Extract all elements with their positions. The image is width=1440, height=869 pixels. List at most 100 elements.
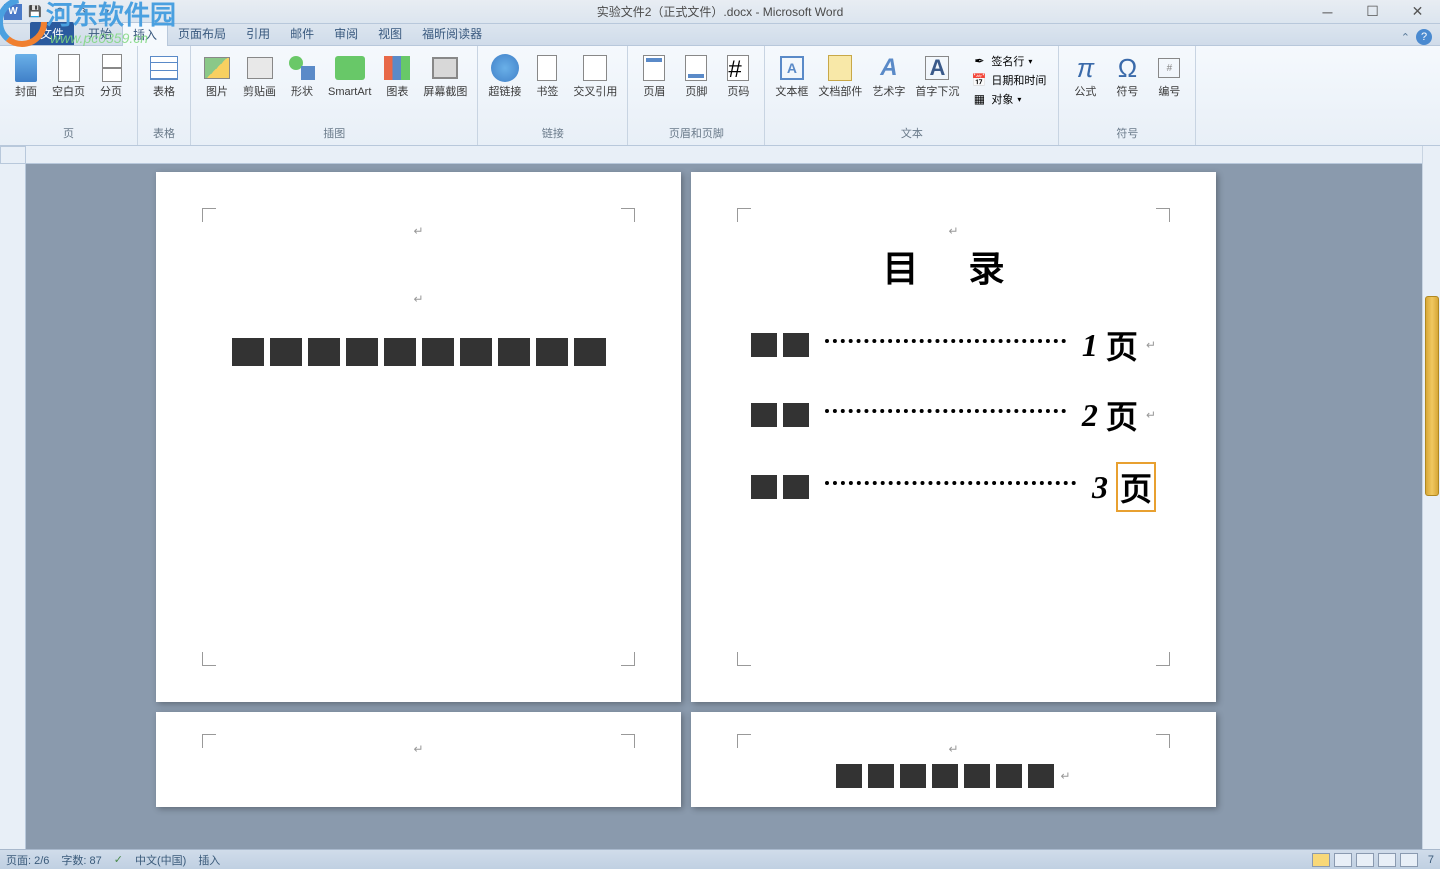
wordart-icon: A <box>880 54 897 82</box>
toc-title: 目 录 <box>751 240 1156 292</box>
tab-insert[interactable]: 插入 <box>122 22 168 46</box>
dropcap-button[interactable]: A首字下沉 <box>911 50 963 101</box>
toc-entry-3: 3 页 <box>751 462 1156 512</box>
page-break-icon <box>100 54 122 82</box>
minimize-ribbon-icon[interactable]: ⌃ <box>1401 31 1410 44</box>
status-mode[interactable]: 插入 <box>198 852 220 868</box>
margin-corner-icon <box>1156 208 1170 222</box>
redacted-title <box>216 338 621 366</box>
datetime-button[interactable]: 📅日期和时间 <box>967 71 1050 89</box>
document-page-3[interactable]: ↵ <box>156 712 681 807</box>
scrollbar-thumb[interactable] <box>1425 296 1439 496</box>
ruler-corner <box>0 146 26 164</box>
object-button[interactable]: ▦对象▾ <box>967 90 1050 108</box>
hyperlink-icon <box>491 54 519 82</box>
save-icon[interactable]: 💾 <box>24 3 46 21</box>
redacted-text: ↵ <box>746 764 1161 788</box>
header-button[interactable]: 页眉 <box>634 50 674 101</box>
signature-icon: ✒ <box>971 53 987 69</box>
document-viewport[interactable]: ↵ ↵ ↵ 目 录 1 页 ↵ <box>26 164 1422 849</box>
minimize-button[interactable]: ─ <box>1305 0 1350 24</box>
paragraph-mark-icon: ↵ <box>413 224 423 238</box>
view-draft-button[interactable] <box>1400 853 1418 867</box>
tab-home[interactable]: 开始 <box>78 22 122 45</box>
status-page[interactable]: 页面: 2/6 <box>6 852 49 868</box>
textbox-button[interactable]: A文本框 <box>771 50 812 101</box>
margin-corner-icon <box>1156 652 1170 666</box>
blank-page-icon <box>58 54 80 82</box>
zoom-level[interactable]: 7 <box>1428 854 1434 866</box>
ribbon-tabs: 文件 开始 插入 页面布局 引用 邮件 审阅 视图 福昕阅读器 ⌃ ? <box>0 24 1440 46</box>
textbox-icon: A <box>780 56 804 80</box>
number-button[interactable]: #编号 <box>1149 50 1189 101</box>
group-illustrations: 图片 剪贴画 形状 SmartArt 图表 屏幕截图 插图 <box>191 46 478 145</box>
smartart-button[interactable]: SmartArt <box>324 50 375 101</box>
paragraph-mark-icon: ↵ <box>948 224 958 238</box>
blank-page-button[interactable]: 空白页 <box>48 50 89 101</box>
text-cursor[interactable]: 页 <box>1116 462 1156 512</box>
group-symbols: π公式 Ω符号 #编号 符号 <box>1059 46 1196 145</box>
wordart-button[interactable]: A艺术字 <box>868 50 909 101</box>
tab-references[interactable]: 引用 <box>236 22 280 45</box>
tab-view[interactable]: 视图 <box>368 22 412 45</box>
help-icon[interactable]: ? <box>1416 29 1432 45</box>
tab-file[interactable]: 文件 <box>30 22 74 45</box>
crossref-button[interactable]: 交叉引用 <box>569 50 621 101</box>
tab-mailings[interactable]: 邮件 <box>280 22 324 45</box>
titlebar: W 💾 ↶ ↷ ▾ 实验文件2（正式文件）.docx - Microsoft W… <box>0 0 1440 24</box>
tab-pagelayout[interactable]: 页面布局 <box>168 22 236 45</box>
word-app-icon: W <box>4 4 22 20</box>
close-button[interactable]: ✕ <box>1395 0 1440 24</box>
cover-page-button[interactable]: 封面 <box>6 50 46 101</box>
margin-corner-icon <box>1156 734 1170 748</box>
margin-corner-icon <box>737 734 751 748</box>
margin-corner-icon <box>202 652 216 666</box>
signature-line-button[interactable]: ✒签名行▾ <box>967 52 1050 70</box>
undo-icon[interactable]: ↶ <box>48 3 70 21</box>
paragraph-mark-icon: ↵ <box>413 742 423 756</box>
tab-review[interactable]: 审阅 <box>324 22 368 45</box>
shapes-button[interactable]: 形状 <box>282 50 322 101</box>
table-button[interactable]: 表格 <box>144 50 184 101</box>
scrollbar-vertical[interactable] <box>1422 146 1440 849</box>
view-printlayout-button[interactable] <box>1312 853 1330 867</box>
symbol-icon: Ω <box>1118 53 1137 84</box>
view-outline-button[interactable] <box>1378 853 1396 867</box>
equation-button[interactable]: π公式 <box>1065 50 1105 101</box>
ruler-horizontal[interactable] <box>26 146 1422 164</box>
bookmark-button[interactable]: 书签 <box>527 50 567 101</box>
qat-dropdown-icon[interactable]: ▾ <box>96 3 118 21</box>
group-pages: 封面 空白页 分页 页 <box>0 46 138 145</box>
footer-button[interactable]: 页脚 <box>676 50 716 101</box>
quickparts-button[interactable]: 文档部件 <box>814 50 866 101</box>
paragraph-mark-icon: ↵ <box>1146 338 1156 352</box>
document-page-1[interactable]: ↵ ↵ <box>156 172 681 702</box>
margin-corner-icon <box>202 734 216 748</box>
status-language[interactable]: 中文(中国) <box>135 852 186 868</box>
datetime-icon: 📅 <box>971 72 987 88</box>
hyperlink-button[interactable]: 超链接 <box>484 50 525 101</box>
tab-foxit[interactable]: 福昕阅读器 <box>412 22 492 45</box>
view-fullscreen-button[interactable] <box>1334 853 1352 867</box>
smartart-icon <box>335 56 365 80</box>
status-words[interactable]: 字数: 87 <box>61 852 101 868</box>
pagenumber-button[interactable]: #页码 <box>718 50 758 101</box>
chart-button[interactable]: 图表 <box>377 50 417 101</box>
equation-icon: π <box>1077 53 1094 84</box>
redo-icon[interactable]: ↷ <box>72 3 94 21</box>
crossref-icon <box>583 55 607 81</box>
group-links-label: 链接 <box>484 123 621 141</box>
page-break-button[interactable]: 分页 <box>91 50 131 101</box>
screenshot-button[interactable]: 屏幕截图 <box>419 50 471 101</box>
ruler-vertical[interactable] <box>0 164 26 849</box>
number-icon: # <box>1158 58 1180 78</box>
maximize-button[interactable]: ☐ <box>1350 0 1395 24</box>
document-page-4[interactable]: ↵ ↵ <box>691 712 1216 807</box>
status-proof-icon[interactable]: ✓ <box>114 853 123 866</box>
symbol-button[interactable]: Ω符号 <box>1107 50 1147 101</box>
footer-icon <box>685 55 707 81</box>
clipart-button[interactable]: 剪贴画 <box>239 50 280 101</box>
document-page-2[interactable]: ↵ 目 录 1 页 ↵ 2 页 ↵ <box>691 172 1216 702</box>
view-weblayout-button[interactable] <box>1356 853 1374 867</box>
picture-button[interactable]: 图片 <box>197 50 237 101</box>
